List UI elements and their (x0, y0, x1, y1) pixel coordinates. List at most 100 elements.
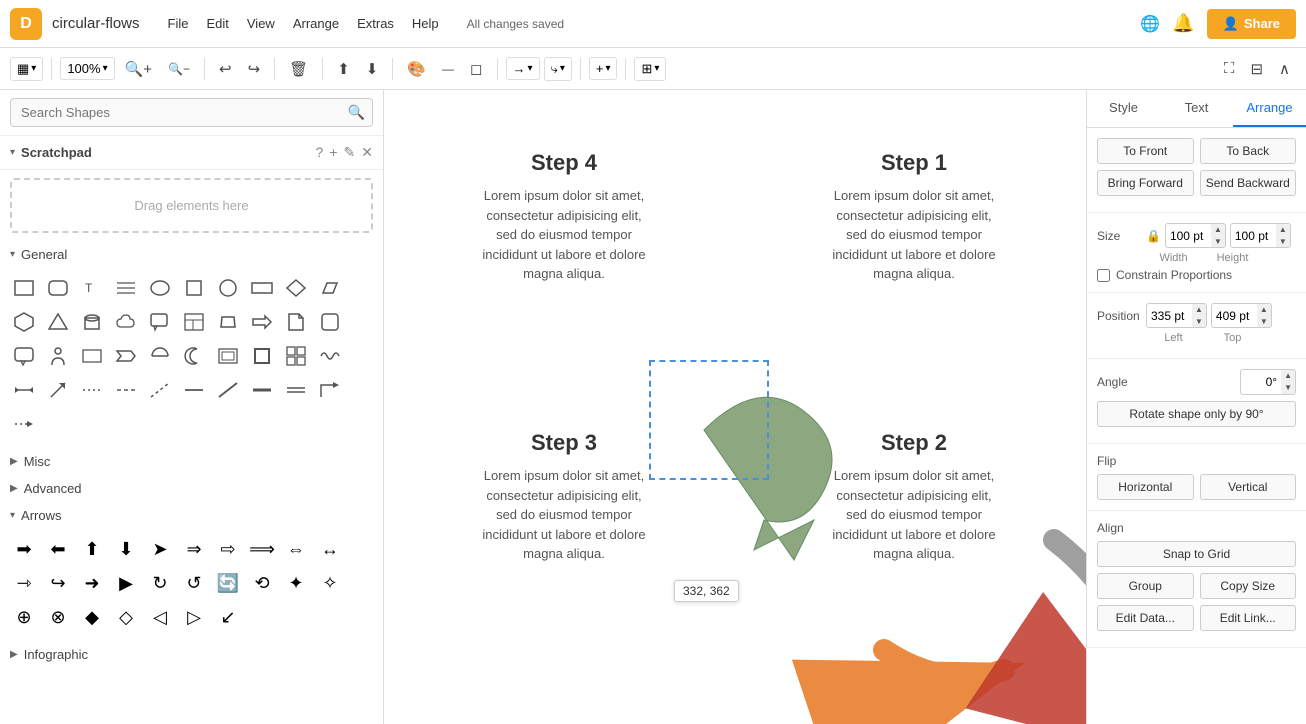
arrow-right-wide[interactable]: ⟹ (246, 533, 278, 565)
to-back-btn[interactable]: To Back (1200, 138, 1297, 164)
arrow-rotate-right[interactable]: ↻ (144, 567, 176, 599)
arrow-rotate-left[interactable]: ↺ (178, 567, 210, 599)
scratchpad-add[interactable]: + (329, 144, 337, 161)
fullscreen-btn[interactable]: ⛶ (1218, 56, 1241, 82)
section-arrows[interactable]: ▾ Arrows (0, 502, 383, 529)
width-down[interactable]: ▼ (1211, 236, 1225, 248)
shape-diamond[interactable] (280, 272, 312, 304)
shape-half-circle[interactable] (144, 340, 176, 372)
section-misc[interactable]: ▶ Misc (0, 448, 383, 475)
menu-help[interactable]: Help (404, 12, 447, 35)
height-up[interactable]: ▲ (1276, 224, 1290, 236)
section-infographic[interactable]: ▶ Infographic (0, 641, 383, 668)
top-up[interactable]: ▲ (1257, 304, 1271, 316)
shape-thick-line[interactable] (246, 374, 278, 406)
arrow-right-outline[interactable]: ⇨ (212, 533, 244, 565)
height-input[interactable] (1231, 226, 1276, 246)
arrow-right-curved[interactable]: ↪ (42, 567, 74, 599)
shape-triangle[interactable] (42, 306, 74, 338)
scratchpad-close[interactable]: ✕ (361, 144, 373, 161)
notification-icon[interactable]: 🔔 (1172, 13, 1194, 34)
collapse-btn[interactable]: ∧ (1273, 56, 1296, 82)
shape-parallelogram[interactable] (314, 272, 346, 304)
flip-vertical-btn[interactable]: Vertical (1200, 474, 1297, 500)
table-btn[interactable]: ⊞ ▾ (634, 57, 666, 81)
shape-hexagon[interactable] (8, 306, 40, 338)
shape-elbow-arrow[interactable] (314, 374, 346, 406)
arrow-multi8[interactable]: ▷ (178, 601, 210, 633)
left-input[interactable] (1147, 306, 1192, 326)
shape-crescent[interactable] (178, 340, 210, 372)
shape-2way-arrow[interactable] (8, 374, 40, 406)
constrain-checkbox[interactable] (1097, 269, 1110, 282)
arrow-down-single[interactable]: ⬇ (110, 533, 142, 565)
width-input[interactable] (1166, 226, 1211, 246)
arrow-right-fat[interactable]: ➤ (144, 533, 176, 565)
shape-diagonal-line[interactable] (212, 374, 244, 406)
top-input[interactable] (1212, 306, 1257, 326)
shape-ellipse[interactable] (144, 272, 176, 304)
menu-view[interactable]: View (239, 12, 283, 35)
shape-text[interactable]: T (76, 272, 108, 304)
menu-file[interactable]: File (160, 12, 197, 35)
arrow-multi2[interactable]: ✧ (314, 567, 346, 599)
scratchpad-edit[interactable]: ✎ (344, 144, 356, 161)
shape-rect[interactable] (8, 272, 40, 304)
tab-style[interactable]: Style (1087, 90, 1160, 127)
zoom-out-btn[interactable]: 🔍− (162, 58, 196, 80)
width-up[interactable]: ▲ (1211, 224, 1225, 236)
shape-dotted-arrow[interactable] (8, 408, 40, 440)
canvas[interactable]: Step 4 Lorem ipsum dolor sit amet, conse… (384, 90, 1086, 724)
shape-trapezoid[interactable] (212, 306, 244, 338)
shape-dotted-line[interactable] (76, 374, 108, 406)
to-back-toolbar-btn[interactable]: ⬇ (360, 56, 385, 82)
snap-to-grid-btn[interactable]: Snap to Grid (1097, 541, 1296, 567)
zoom-control[interactable]: 100% ▾ (60, 57, 114, 80)
search-input[interactable] (10, 98, 373, 127)
shape-doc[interactable] (280, 306, 312, 338)
arrow-right-block[interactable]: ▶ (110, 567, 142, 599)
rotate-shape-btn[interactable]: Rotate shape only by 90° (1097, 401, 1296, 427)
shape-table[interactable] (178, 306, 210, 338)
shape-grid-view[interactable] (280, 340, 312, 372)
shadow-btn[interactable]: ◻ (464, 56, 488, 82)
menu-arrange[interactable]: Arrange (285, 12, 347, 35)
shape-person[interactable] (42, 340, 74, 372)
shape-cloud[interactable] (110, 306, 142, 338)
section-advanced[interactable]: ▶ Advanced (0, 475, 383, 502)
edit-data-btn[interactable]: Edit Data... (1097, 605, 1194, 631)
arrow-multi5[interactable]: ◆ (76, 601, 108, 633)
connection-style[interactable]: → ▾ (506, 57, 540, 80)
tab-arrange[interactable]: Arrange (1233, 90, 1306, 127)
shape-cylinder[interactable] (76, 306, 108, 338)
arrow-multi6[interactable]: ◇ (110, 601, 142, 633)
section-general[interactable]: ▾ General (0, 241, 383, 268)
top-down[interactable]: ▼ (1257, 316, 1271, 328)
arrow-multi9[interactable]: ↙ (212, 601, 244, 633)
arrow-h-double[interactable]: ↔ (314, 533, 346, 565)
arrow-right-half[interactable]: ⇾ (8, 567, 40, 599)
canvas-inner[interactable]: Step 4 Lorem ipsum dolor sit amet, conse… (384, 90, 1086, 724)
selected-shape-box[interactable] (649, 360, 769, 480)
arrow-multi1[interactable]: ✦ (280, 567, 312, 599)
shape-diagonal-dotted[interactable] (144, 374, 176, 406)
shape-rounded-rect[interactable] (42, 272, 74, 304)
insert-btn[interactable]: + ▾ (589, 57, 618, 80)
share-button[interactable]: 👤 Share (1207, 9, 1296, 39)
bring-forward-btn[interactable]: Bring Forward (1097, 170, 1194, 196)
shape-dashed-line[interactable] (110, 374, 142, 406)
tab-text[interactable]: Text (1160, 90, 1233, 127)
shape-dbl-line[interactable] (280, 374, 312, 406)
menu-extras[interactable]: Extras (349, 12, 402, 35)
angle-input[interactable] (1241, 372, 1281, 392)
line-color-btn[interactable]: — (436, 58, 460, 80)
shape-lines[interactable] (110, 272, 142, 304)
format-btn[interactable]: ⊟ (1244, 56, 1269, 82)
menu-edit[interactable]: Edit (198, 12, 236, 35)
angle-down[interactable]: ▼ (1281, 382, 1295, 394)
shape-circle[interactable] (212, 272, 244, 304)
arrow-multi3[interactable]: ⊕ (8, 601, 40, 633)
view-toggle[interactable]: ▦ ▾ (10, 57, 43, 81)
edit-link-btn[interactable]: Edit Link... (1200, 605, 1297, 631)
waypoint-style[interactable]: ⤷ ▾ (544, 57, 572, 81)
